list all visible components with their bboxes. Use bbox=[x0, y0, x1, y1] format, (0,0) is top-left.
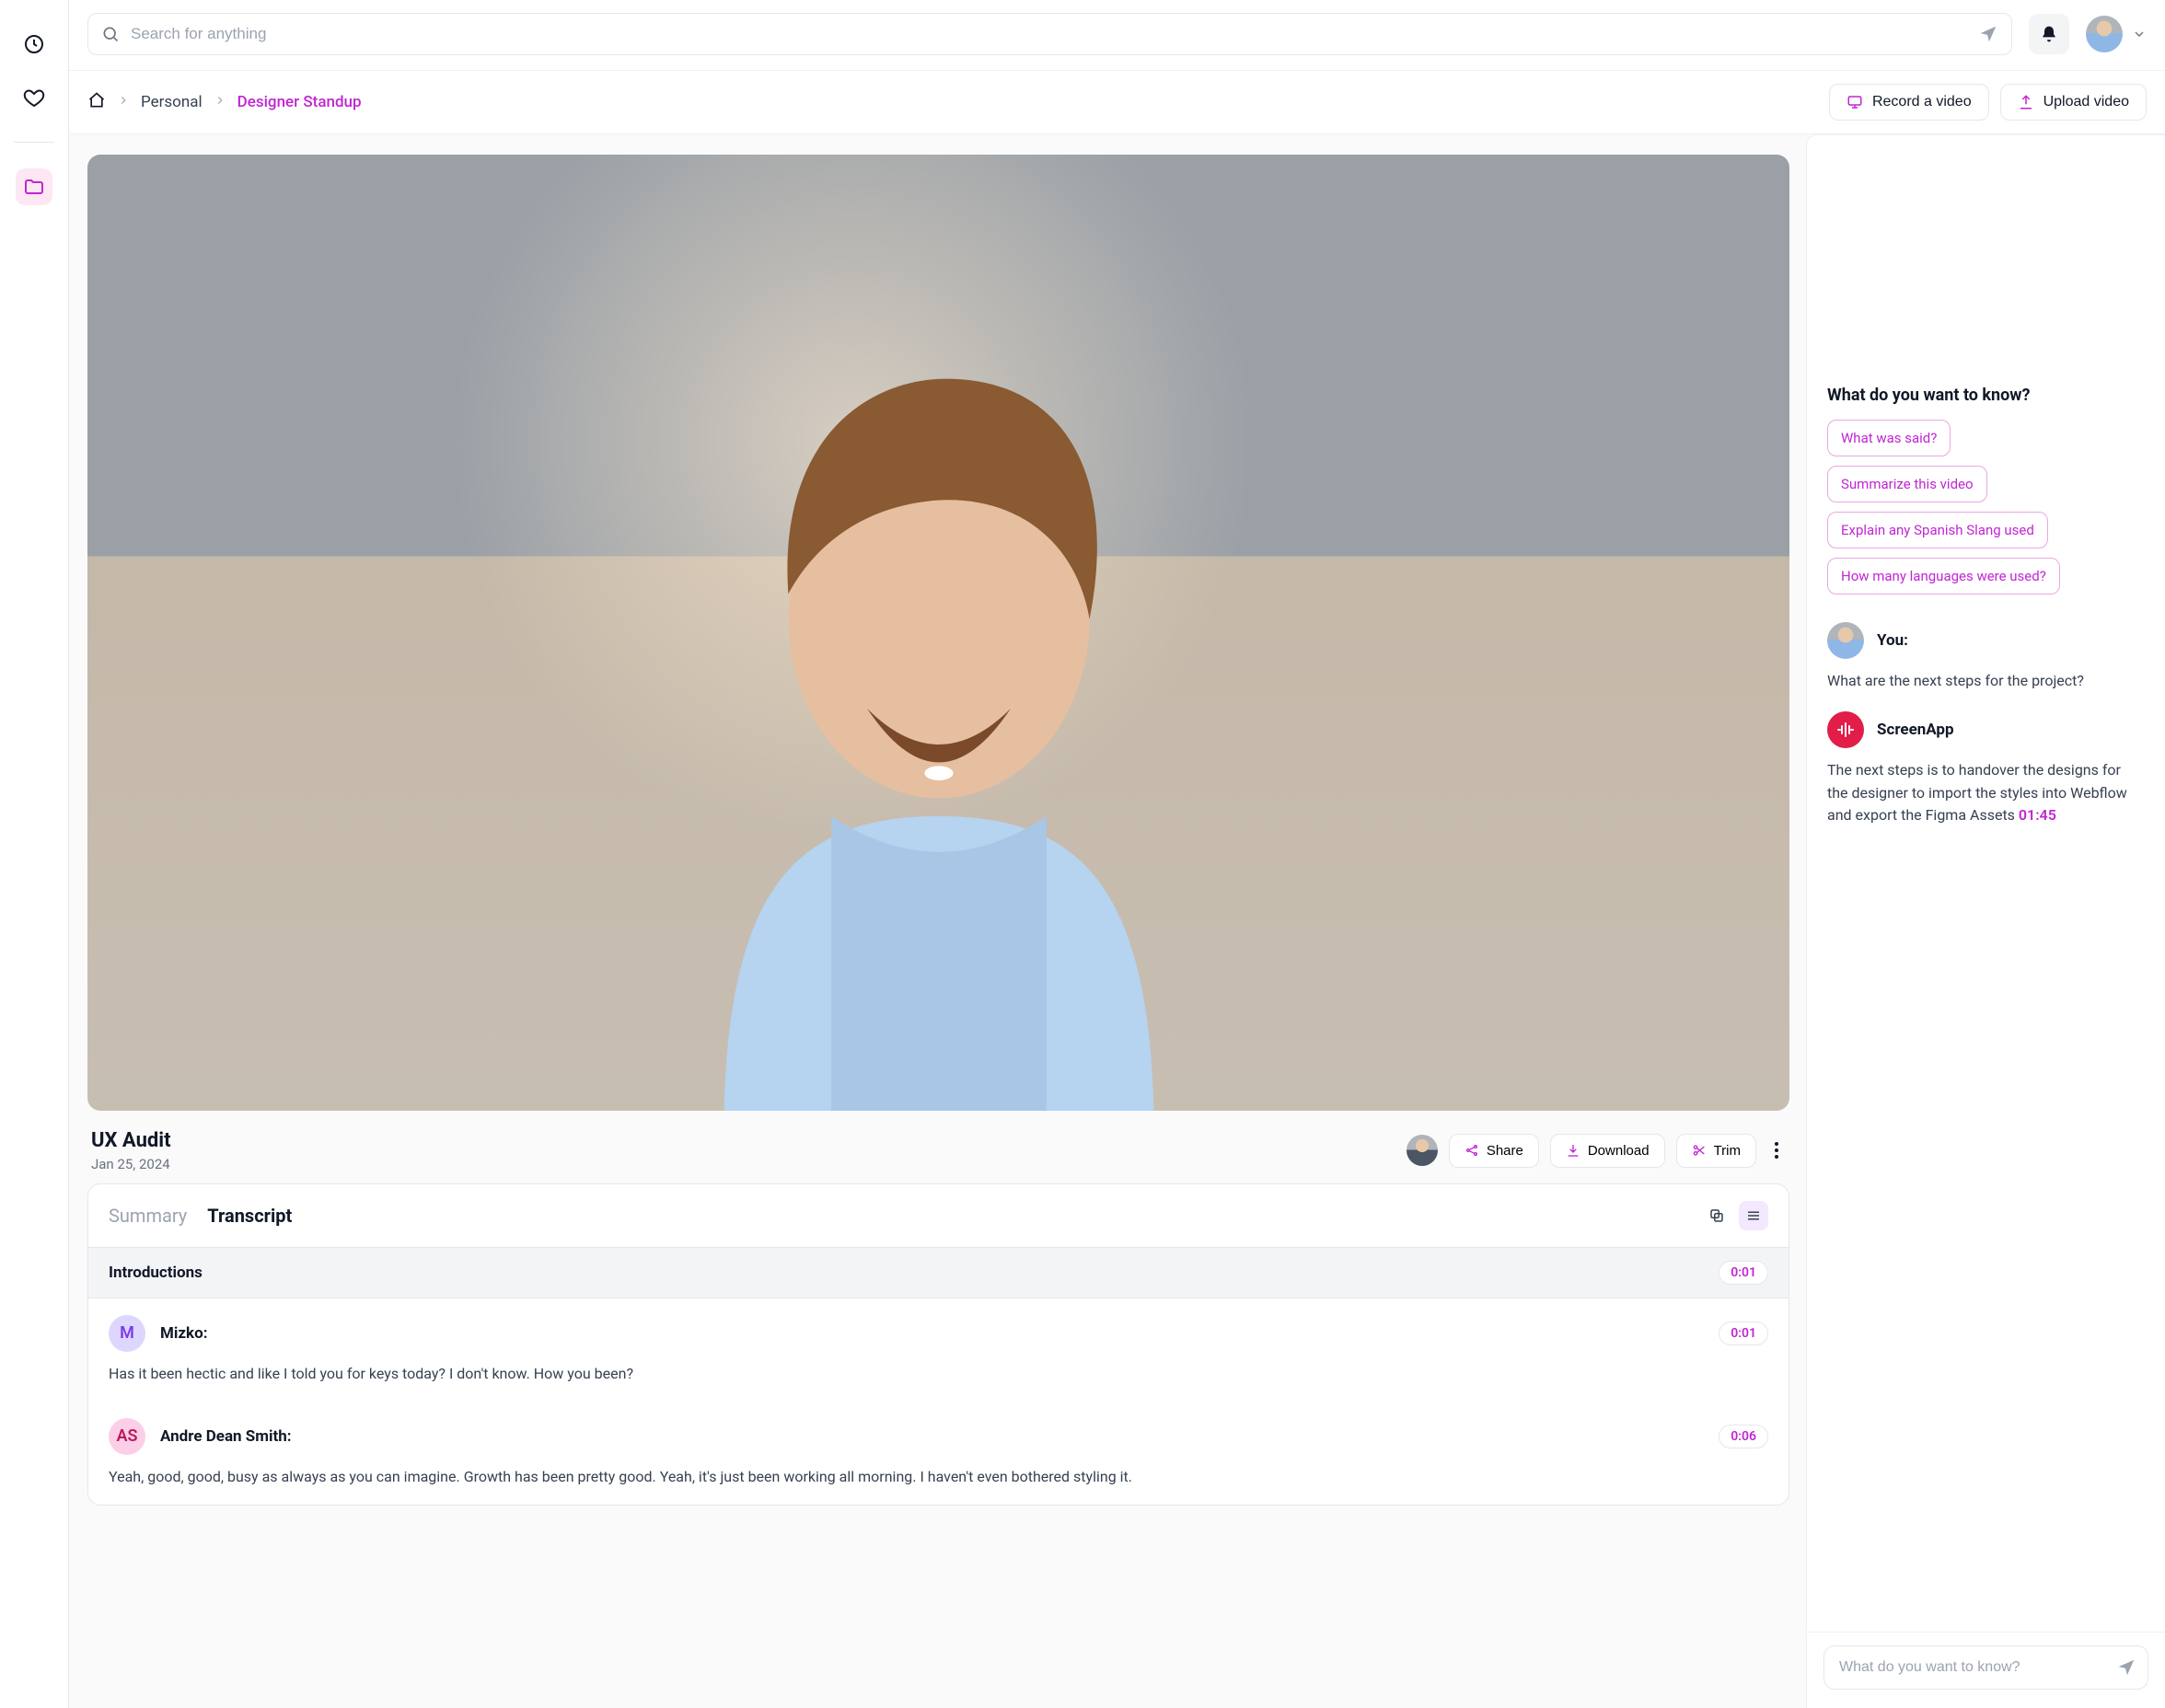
video-preview[interactable] bbox=[87, 155, 1789, 1111]
chat-prompt-title: What do you want to know? bbox=[1827, 386, 2145, 405]
trim-button[interactable]: Trim bbox=[1676, 1134, 1756, 1168]
home-icon[interactable] bbox=[87, 91, 106, 114]
search-input[interactable] bbox=[131, 25, 1967, 43]
copy-button[interactable] bbox=[1702, 1201, 1731, 1230]
download-label: Download bbox=[1588, 1143, 1650, 1159]
search-send-icon[interactable] bbox=[1978, 24, 1998, 44]
transcript-line: Yeah, good, good, busy as always as you … bbox=[109, 1466, 1768, 1497]
download-icon bbox=[1566, 1143, 1580, 1158]
scissors-icon bbox=[1692, 1143, 1707, 1158]
chat-input-field[interactable] bbox=[1839, 1659, 2116, 1676]
send-icon[interactable] bbox=[2116, 1657, 2136, 1678]
chat-panel: What do you want to know? What was said?… bbox=[1806, 134, 2165, 1708]
chat-message-user: You: What are the next steps for the pro… bbox=[1827, 622, 2145, 693]
download-button[interactable]: Download bbox=[1550, 1134, 1665, 1168]
favorites-icon[interactable] bbox=[16, 79, 52, 116]
tab-transcript[interactable]: Transcript bbox=[207, 1205, 292, 1227]
chat-timestamp-link[interactable]: 01:45 bbox=[2019, 806, 2056, 824]
breadcrumb-personal[interactable]: Personal bbox=[141, 93, 203, 111]
list-icon bbox=[1745, 1207, 1762, 1224]
monitor-icon bbox=[1847, 94, 1863, 110]
video-date: Jan 25, 2024 bbox=[91, 1156, 171, 1172]
tab-summary[interactable]: Summary bbox=[109, 1205, 187, 1227]
notifications-button[interactable] bbox=[2029, 14, 2069, 54]
speaker-name: Andre Dean Smith: bbox=[160, 1427, 292, 1446]
entry-time[interactable]: 0:01 bbox=[1719, 1321, 1768, 1345]
more-menu[interactable] bbox=[1767, 1137, 1786, 1164]
transcript-line: Has it been hectic and like I told you f… bbox=[109, 1363, 1768, 1394]
suggestion-chip[interactable]: How many languages were used? bbox=[1827, 558, 2060, 594]
record-video-button[interactable]: Record a video bbox=[1829, 84, 1989, 121]
transcript-entry: M Mizko: 0:01 Has it been hectic and lik… bbox=[88, 1298, 1789, 1402]
entry-time[interactable]: 0:06 bbox=[1719, 1425, 1768, 1448]
breadcrumb: Personal Designer Standup bbox=[87, 91, 362, 114]
suggestion-chip[interactable]: Explain any Spanish Slang used bbox=[1827, 512, 2048, 548]
bell-icon bbox=[2040, 25, 2058, 43]
chat-message-assistant: ScreenApp The next steps is to handover … bbox=[1827, 711, 2145, 827]
speaker-badge: AS bbox=[109, 1418, 145, 1455]
video-frame-illustration bbox=[470, 279, 1407, 1111]
owner-avatar[interactable] bbox=[1407, 1135, 1438, 1166]
transcript-panel: Summary Transcript bbox=[87, 1183, 1789, 1506]
folder-icon[interactable] bbox=[16, 168, 52, 205]
suggestion-chip[interactable]: Summarize this video bbox=[1827, 466, 1987, 502]
search-box[interactable] bbox=[87, 13, 2012, 55]
upload-video-button[interactable]: Upload video bbox=[2000, 84, 2147, 121]
section-title: Introductions bbox=[109, 1264, 203, 1282]
upload-video-label: Upload video bbox=[2043, 94, 2129, 110]
copy-icon bbox=[1708, 1207, 1725, 1224]
waveform-icon bbox=[1835, 719, 1857, 741]
chevron-right-icon bbox=[214, 93, 226, 111]
left-rail bbox=[0, 0, 69, 1708]
user-avatar bbox=[1827, 622, 1864, 659]
transcript-entry: AS Andre Dean Smith: 0:06 Yeah, good, go… bbox=[88, 1402, 1789, 1505]
chat-sender-label: ScreenApp bbox=[1877, 721, 1954, 739]
trim-label: Trim bbox=[1714, 1143, 1741, 1159]
video-title: UX Audit bbox=[91, 1129, 171, 1152]
app-avatar bbox=[1827, 711, 1864, 748]
share-icon bbox=[1465, 1143, 1479, 1158]
upload-icon bbox=[2018, 94, 2034, 110]
share-button[interactable]: Share bbox=[1449, 1134, 1539, 1168]
section-time[interactable]: 0:01 bbox=[1719, 1261, 1768, 1285]
chevron-down-icon bbox=[2132, 27, 2147, 41]
chat-message-body: The next steps is to handover the design… bbox=[1827, 759, 2145, 827]
user-avatar bbox=[2086, 16, 2123, 52]
breadcrumb-row: Personal Designer Standup Record a video… bbox=[69, 71, 2165, 134]
share-label: Share bbox=[1487, 1143, 1523, 1159]
account-menu[interactable] bbox=[2086, 16, 2147, 52]
speaker-name: Mizko: bbox=[160, 1324, 208, 1343]
record-video-label: Record a video bbox=[1872, 94, 1972, 110]
top-bar bbox=[69, 0, 2165, 71]
chat-input[interactable] bbox=[1823, 1645, 2148, 1690]
chat-sender-label: You: bbox=[1877, 631, 1908, 650]
list-view-button[interactable] bbox=[1739, 1201, 1768, 1230]
search-icon bbox=[101, 25, 120, 43]
chevron-right-icon bbox=[117, 93, 130, 111]
chat-message-body: What are the next steps for the project? bbox=[1827, 670, 2145, 693]
history-icon[interactable] bbox=[16, 26, 52, 63]
suggestion-chip[interactable]: What was said? bbox=[1827, 420, 1951, 456]
breadcrumb-current: Designer Standup bbox=[237, 93, 362, 111]
transcript-section-header: Introductions 0:01 bbox=[88, 1247, 1789, 1298]
speaker-badge: M bbox=[109, 1315, 145, 1352]
